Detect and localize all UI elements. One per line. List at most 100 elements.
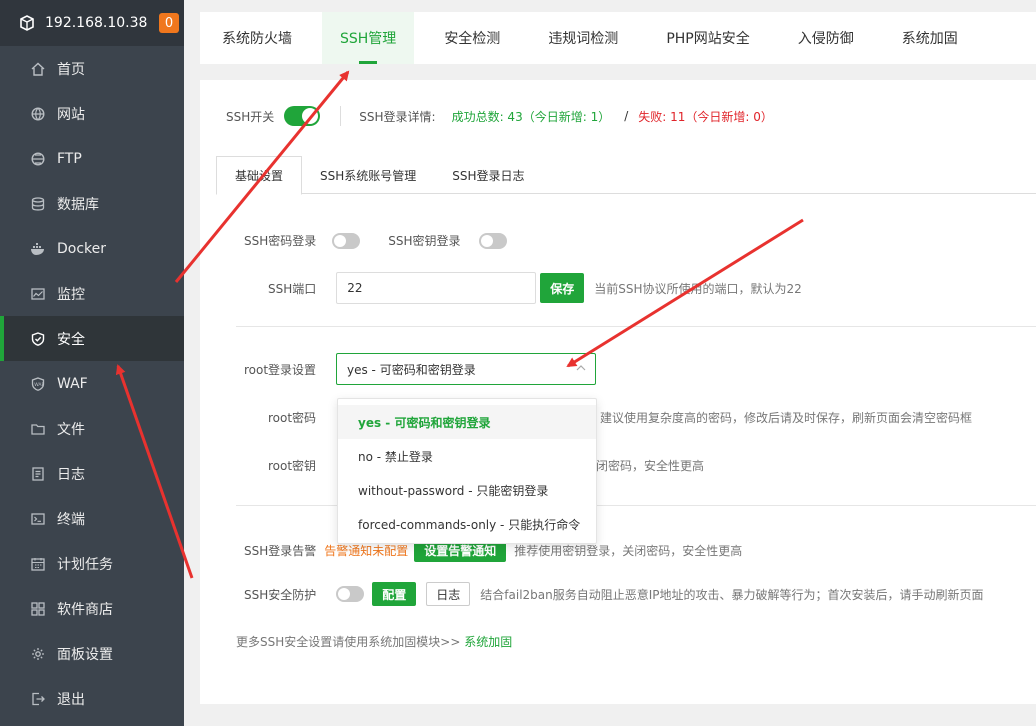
tab-php-security[interactable]: PHP网站安全 — [648, 12, 767, 64]
alert-status: 告警通知未配置 — [324, 543, 409, 558]
ssh-switch-label: SSH开关 — [226, 109, 275, 124]
tab-security-check[interactable]: 安全检测 — [426, 12, 518, 64]
database-icon — [30, 196, 46, 212]
protect-switch[interactable] — [336, 586, 365, 602]
log-button[interactable]: 日志 — [426, 582, 471, 606]
sidebar-item-logout[interactable]: 退出 — [0, 676, 184, 721]
root-key-label: root密钥 — [268, 459, 317, 473]
footer-note-text: 更多SSH安全设置请使用系统加固模块>> — [236, 635, 461, 649]
sidebar-item-waf[interactable]: WAF WAF — [0, 361, 184, 406]
sidebar-item-label: FTP — [57, 150, 82, 167]
section-divider — [236, 326, 1036, 327]
sidebar-item-logs[interactable]: 日志 — [0, 451, 184, 496]
tab-word-check[interactable]: 违规词检测 — [530, 12, 636, 64]
folder-icon — [30, 421, 46, 437]
monitor-icon — [30, 286, 46, 302]
option-no[interactable]: no - 禁止登录 — [338, 439, 596, 473]
ssh-switch[interactable] — [284, 106, 321, 126]
separator: / — [624, 109, 629, 123]
sidebar-item-label: Docker — [57, 240, 107, 257]
tab-ssh-management[interactable]: SSH管理 — [322, 12, 415, 64]
apps-icon — [30, 601, 46, 617]
log-icon — [30, 466, 46, 482]
subtab-basic-settings[interactable]: 基础设置 — [216, 156, 303, 195]
port-input[interactable]: 22 — [336, 272, 537, 304]
sidebar-item-ftp[interactable]: FTP — [0, 136, 184, 181]
sidebar-item-label: 安全 — [57, 331, 85, 348]
root-password-row: root密码 — [268, 409, 316, 426]
protect-hint: 结合fail2ban服务自动阻止恶意IP地址的攻击、暴力破解等行为；首次安装后，… — [480, 587, 984, 602]
password-login-switch[interactable] — [332, 232, 361, 249]
calendar-icon — [30, 556, 46, 572]
protect-row: SSH安全防护 配置 日志 结合fail2ban服务自动阻止恶意IP地址的攻击、… — [244, 582, 984, 606]
sidebar-item-label: 软件商店 — [57, 601, 113, 618]
alert-hint: 推荐使用密钥登录，关闭密码，安全性更高 — [514, 543, 743, 558]
sidebar-item-monitor[interactable]: 监控 — [0, 271, 184, 316]
terminal-icon — [30, 511, 46, 527]
sidebar-item-label: 网站 — [57, 106, 85, 123]
security-tabs: 系统防火墙 SSH管理 安全检测 违规词检测 PHP网站安全 入侵防御 系统加固 — [200, 12, 1036, 64]
ssh-panel: SSH开关 SSH登录详情: 成功总数: 43（今日新增: 1） / 失败: 1… — [200, 80, 1036, 704]
alert-label: SSH登录告警 — [244, 543, 317, 558]
divider — [340, 106, 342, 126]
logout-icon — [30, 691, 46, 707]
system-hardening-link[interactable]: 系统加固 — [464, 635, 512, 649]
root-key-row: root密钥 — [268, 457, 316, 474]
tab-firewall[interactable]: 系统防火墙 — [204, 12, 310, 64]
ssh-subtabs: 基础设置 SSH系统账号管理 SSH登录日志 — [216, 156, 1036, 195]
sidebar: 192.168.10.38 0 首页 网站 FTP 数据库 Docker 监控 … — [0, 0, 184, 726]
sidebar-item-label: 监控 — [57, 286, 85, 303]
home-icon — [30, 61, 46, 77]
root-password-label: root密码 — [268, 411, 317, 425]
key-login-switch[interactable] — [478, 232, 507, 249]
root-password-hint: 建议使用复杂度高的密码，修改后请及时保存，刷新页面会清空密码框 — [600, 411, 973, 425]
sidebar-item-label: 文件 — [57, 421, 85, 438]
sidebar-item-docker[interactable]: Docker — [0, 226, 184, 271]
root-login-select[interactable]: yes - 可密码和密钥登录 — [336, 353, 596, 385]
sidebar-item-label: 终端 — [57, 511, 85, 528]
sidebar-item-terminal[interactable]: 终端 — [0, 496, 184, 541]
option-forced-commands-only[interactable]: forced-commands-only - 只能执行命令 — [338, 507, 596, 541]
tab-intrusion-prevention[interactable]: 入侵防御 — [780, 12, 872, 64]
sidebar-item-label: 日志 — [57, 466, 85, 483]
root-password-hint-row: 建议使用复杂度高的密码，修改后请及时保存，刷新页面会清空密码框 — [600, 409, 972, 426]
key-login-label: SSH密钥登录 — [388, 234, 461, 248]
option-without-password[interactable]: without-password - 只能密钥登录 — [338, 473, 596, 507]
root-login-label: root登录设置 — [244, 363, 317, 377]
login-switch-row: SSH密码登录 SSH密钥登录 — [244, 232, 507, 249]
sidebar-item-database[interactable]: 数据库 — [0, 181, 184, 226]
footer-note: 更多SSH安全设置请使用系统加固模块>> 系统加固 — [236, 633, 512, 650]
root-login-value: yes - 可密码和密钥登录 — [347, 362, 476, 377]
login-success-count: 成功总数: 43（今日新增: 1） — [451, 109, 611, 124]
sidebar-item-label: 退出 — [57, 691, 85, 708]
protect-label: SSH安全防护 — [244, 587, 317, 602]
root-key-hint: 闭密码，安全性更高 — [596, 459, 705, 473]
sidebar-item-security[interactable]: 安全 — [0, 316, 184, 361]
save-port-button[interactable]: 保存 — [540, 273, 585, 303]
root-key-hint-row: 闭密码，安全性更高 — [596, 457, 704, 474]
sidebar-item-label: WAF — [57, 375, 88, 392]
server-header: 192.168.10.38 0 — [0, 0, 184, 46]
alert-count-badge[interactable]: 0 — [159, 13, 179, 33]
sidebar-item-panel-settings[interactable]: 面板设置 — [0, 631, 184, 676]
server-ip: 192.168.10.38 — [45, 15, 148, 31]
subtab-ssh-accounts[interactable]: SSH系统账号管理 — [302, 156, 434, 194]
globe-icon — [30, 106, 46, 122]
sidebar-item-cron[interactable]: 计划任务 — [0, 541, 184, 586]
subtab-ssh-logs[interactable]: SSH登录日志 — [434, 156, 542, 194]
server-icon — [18, 14, 36, 32]
sidebar-item-label: 数据库 — [57, 196, 99, 213]
option-yes[interactable]: yes - 可密码和密钥登录 — [338, 405, 596, 439]
port-label: SSH端口 — [268, 281, 317, 296]
waf-icon: WAF — [30, 376, 46, 392]
sidebar-item-home[interactable]: 首页 — [0, 46, 184, 91]
svg-text:WAF: WAF — [34, 382, 44, 388]
sidebar-item-website[interactable]: 网站 — [0, 91, 184, 136]
sidebar-item-appstore[interactable]: 软件商店 — [0, 586, 184, 631]
ftp-icon — [30, 151, 46, 167]
config-button[interactable]: 配置 — [372, 582, 417, 606]
tab-system-hardening[interactable]: 系统加固 — [884, 12, 976, 64]
sidebar-item-files[interactable]: 文件 — [0, 406, 184, 451]
gear-icon — [30, 646, 46, 662]
login-fail-count: 失败: 11（今日新增: 0） — [638, 109, 773, 124]
